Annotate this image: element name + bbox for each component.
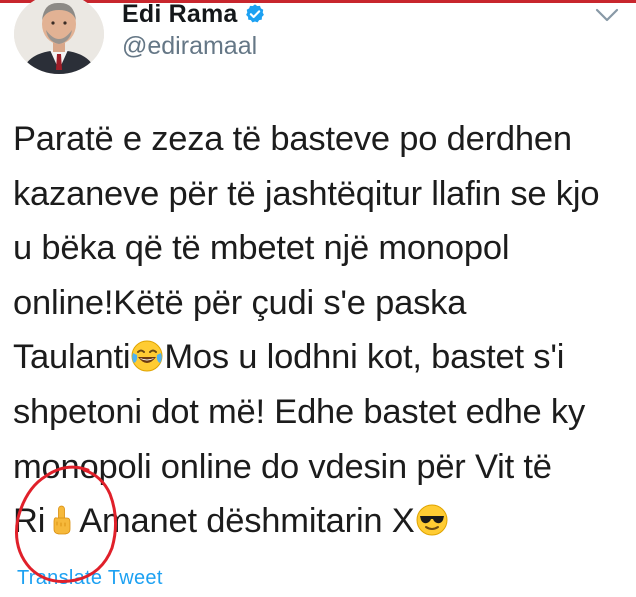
author-display-name[interactable]: Edi Rama — [122, 0, 238, 29]
avatar[interactable] — [14, 0, 104, 74]
tweet-line-with-emoji: Ri Amanet dëshmitarin X — [13, 494, 628, 549]
tweet-line: monopoli online do vdesin për Vit të — [13, 447, 552, 486]
tweet-line: shpetoni dot më! Edhe bastet edhe ky — [13, 392, 586, 431]
tweet-line: u bëka që të mbetet një monopol — [13, 229, 510, 268]
tweet-segment: Ri — [13, 502, 46, 541]
author-handle[interactable]: @ediramaal — [122, 32, 257, 61]
smiling-face-with-sunglasses-icon — [415, 503, 449, 537]
middle-finger-icon — [45, 503, 79, 537]
tweet-line: kazaneve për të jashtëqitur llafin se kj… — [13, 174, 600, 213]
tweet-segment: Mos u lodhni kot, bastet s'i — [164, 338, 565, 377]
top-border-bar — [0, 0, 636, 3]
tweet-segment: Taulanti — [13, 338, 131, 377]
chevron-down-icon[interactable] — [594, 6, 620, 24]
author-name-row: Edi Rama — [122, 0, 266, 28]
verified-badge-icon — [245, 4, 264, 23]
translate-tweet-link[interactable]: Translate Tweet — [17, 567, 163, 590]
tweet-line: Paratë e zeza të basteve po derdhen — [13, 120, 572, 158]
tweet-text: Paratë e zeza të basteve po derdhen kaza… — [13, 112, 628, 549]
tweet-segment: Amanet dëshmitarin X — [79, 502, 415, 541]
tweet-line-with-emoji: Taulanti Mos u lodhni kot, bastet s'i — [13, 330, 628, 385]
face-with-tears-of-joy-icon — [130, 339, 164, 373]
tweet-line: online!Këtë për çudi s'e paska — [13, 283, 467, 322]
